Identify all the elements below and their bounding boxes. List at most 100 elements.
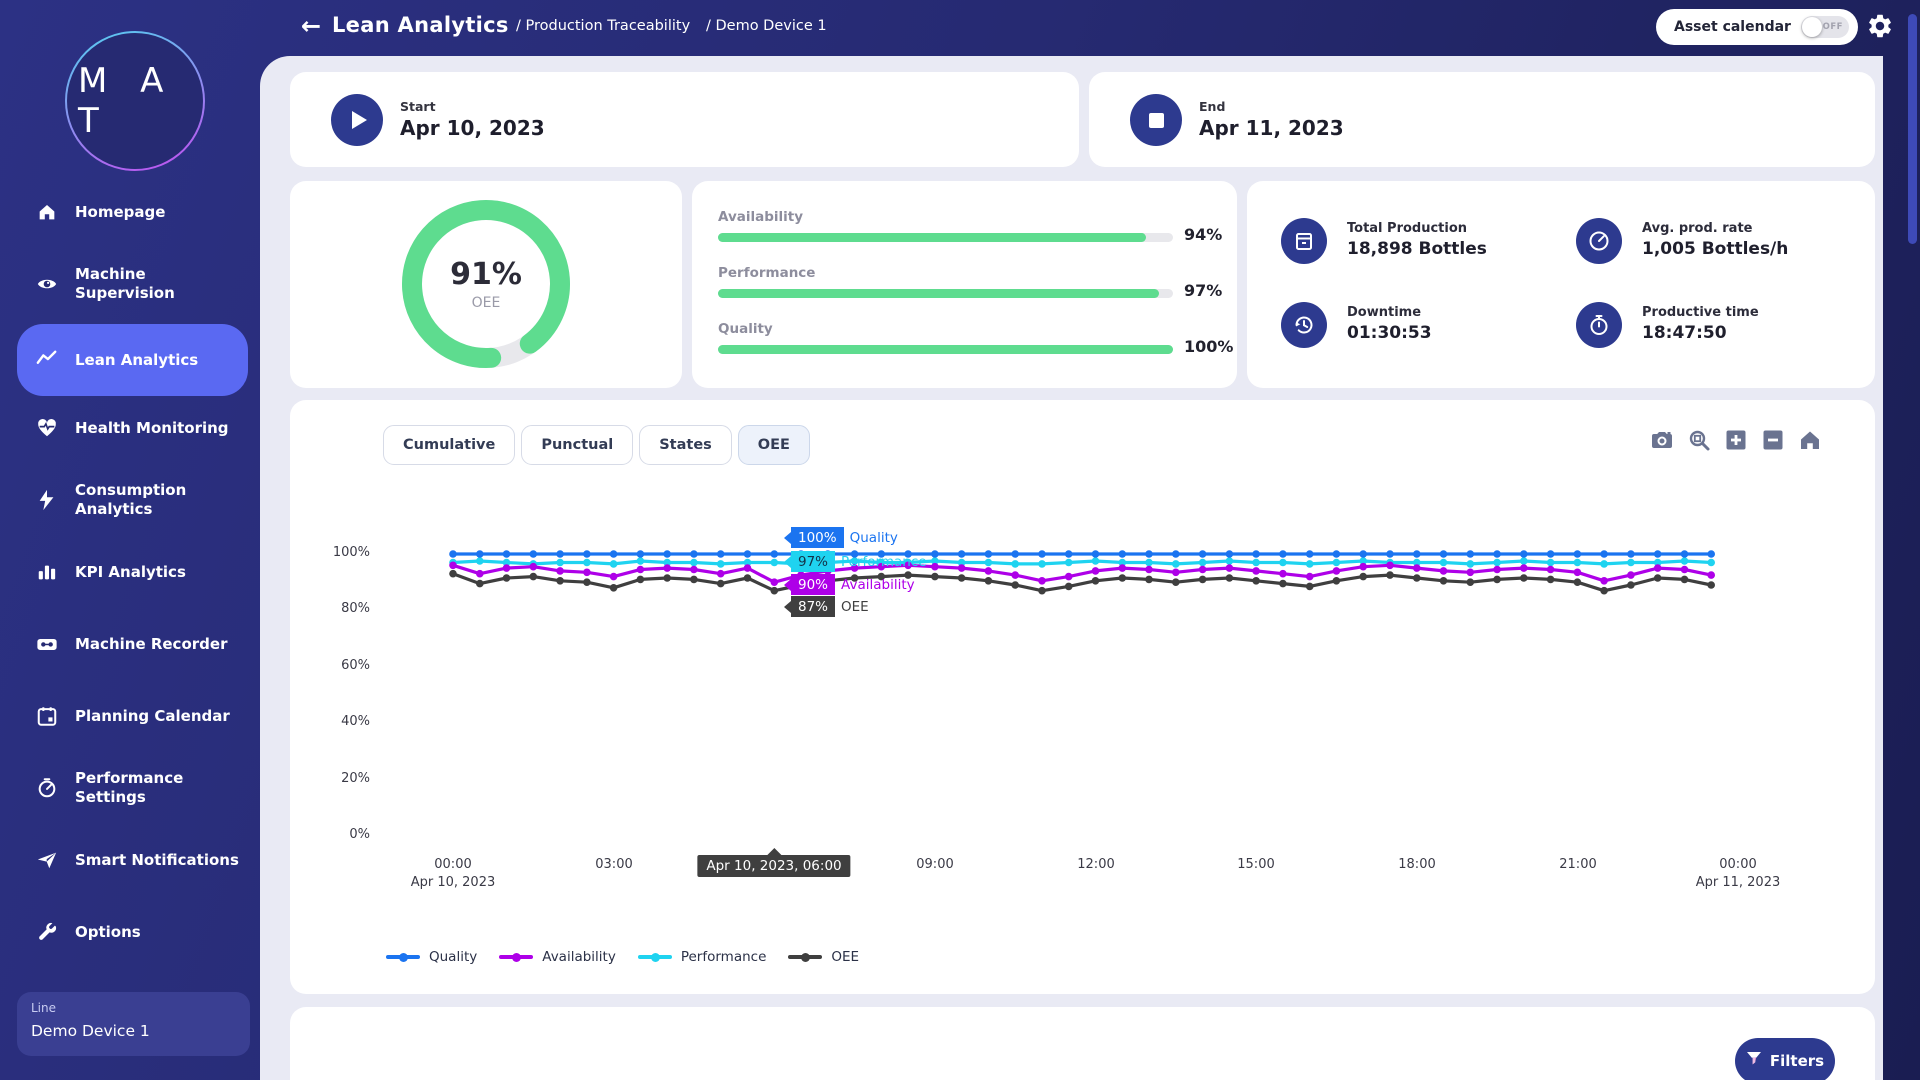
device-line-panel[interactable]: Line Demo Device 1 bbox=[17, 992, 250, 1056]
chart-legend: Quality Availability Performance OEE bbox=[386, 949, 859, 965]
sidebar-item-homepage[interactable]: Homepage bbox=[0, 176, 260, 248]
sidebar: M A T Homepage Machine Supervision Lean … bbox=[0, 0, 260, 1080]
sidebar-item-label: Consumption Analytics bbox=[75, 481, 240, 519]
bottom-card: Filters bbox=[290, 1007, 1875, 1080]
y-tick: 80% bbox=[300, 601, 370, 616]
y-tick: 100% bbox=[300, 545, 370, 560]
hover-label-quality: 100% Quality bbox=[784, 527, 898, 548]
sidebar-item-machine-supervision[interactable]: Machine Supervision bbox=[0, 248, 260, 320]
progress-fill bbox=[718, 289, 1159, 298]
metric-availability: Availability 94% bbox=[718, 209, 1211, 225]
metric-label: Quality bbox=[718, 321, 1211, 337]
progress-track bbox=[718, 345, 1173, 354]
sidebar-item-consumption-analytics[interactable]: Consumption Analytics bbox=[0, 464, 260, 536]
sidebar-item-kpi-analytics[interactable]: KPI Analytics bbox=[0, 536, 260, 608]
x-tick: 18:00 bbox=[1357, 856, 1477, 874]
stat-value: 01:30:53 bbox=[1347, 323, 1432, 343]
y-tick: 40% bbox=[300, 714, 370, 729]
oee-label: OEE bbox=[472, 295, 501, 311]
filters-label: Filters bbox=[1770, 1052, 1824, 1070]
sidebar-item-options[interactable]: Options bbox=[0, 896, 260, 968]
recorder-icon bbox=[36, 633, 58, 655]
page-scrollbar[interactable] bbox=[1908, 14, 1917, 244]
sidebar-item-performance-settings[interactable]: Performance Settings bbox=[0, 752, 260, 824]
legend-oee[interactable]: OEE bbox=[788, 949, 859, 965]
stats-card: Total Production 18,898 Bottles Avg. pro… bbox=[1247, 181, 1875, 388]
speedometer-icon bbox=[36, 777, 58, 799]
toggle-state-label: OFF bbox=[1823, 22, 1843, 32]
start-label: Start bbox=[400, 99, 436, 114]
logo-text: M A T bbox=[67, 61, 203, 141]
metric-quality: Quality 100% bbox=[718, 321, 1211, 337]
sidebar-item-label: Planning Calendar bbox=[75, 707, 240, 726]
sidebar-item-lean-analytics[interactable]: Lean Analytics bbox=[17, 324, 248, 396]
stat-label: Downtime bbox=[1347, 305, 1421, 320]
legend-quality[interactable]: Quality bbox=[386, 949, 477, 965]
wrench-icon bbox=[36, 921, 58, 943]
end-date: Apr 11, 2023 bbox=[1199, 116, 1344, 140]
history-icon bbox=[1281, 302, 1327, 348]
stat-label: Productive time bbox=[1642, 305, 1759, 320]
start-date: Apr 10, 2023 bbox=[400, 116, 545, 140]
metric-performance: Performance 97% bbox=[718, 265, 1211, 281]
stat-value: 1,005 Bottles/h bbox=[1642, 239, 1788, 259]
metric-value: 100% bbox=[1184, 337, 1233, 356]
sidebar-item-label: Machine Supervision bbox=[75, 265, 240, 303]
sidebar-item-planning-calendar[interactable]: Planning Calendar bbox=[0, 680, 260, 752]
x-tick: 15:00 bbox=[1196, 856, 1316, 874]
sidebar-item-label: Lean Analytics bbox=[75, 351, 240, 370]
end-date-card: End Apr 11, 2023 bbox=[1089, 72, 1875, 167]
gear-icon[interactable] bbox=[1866, 12, 1894, 40]
gauge-icon bbox=[1576, 218, 1622, 264]
tab-oee[interactable]: OEE bbox=[738, 425, 810, 465]
sidebar-item-label: KPI Analytics bbox=[75, 563, 240, 582]
asset-calendar-toggle-pill[interactable]: Asset calendar OFF bbox=[1656, 9, 1858, 45]
zoom-in-icon[interactable] bbox=[1724, 428, 1748, 452]
sidebar-item-label: Smart Notifications bbox=[75, 851, 240, 870]
page-title: Lean Analytics bbox=[332, 13, 509, 37]
zoom-out-icon[interactable] bbox=[1761, 428, 1785, 452]
y-tick: 0% bbox=[300, 827, 370, 842]
camera-icon[interactable] bbox=[1650, 428, 1674, 452]
end-label: End bbox=[1199, 99, 1225, 114]
y-tick: 60% bbox=[300, 658, 370, 673]
metric-label: Performance bbox=[718, 265, 1211, 281]
back-arrow-icon[interactable]: ← bbox=[296, 11, 326, 41]
sidebar-item-health-monitoring[interactable]: Health Monitoring bbox=[0, 392, 260, 464]
legend-availability[interactable]: Availability bbox=[499, 949, 616, 965]
hover-label-performance: 97% Performance bbox=[784, 551, 927, 572]
progress-track bbox=[718, 233, 1173, 242]
box-icon bbox=[1281, 218, 1327, 264]
filter-icon bbox=[1746, 1051, 1762, 1071]
line-chart-icon bbox=[36, 349, 58, 371]
chart-card: Cumulative Punctual States OEE 100% 8 bbox=[290, 400, 1875, 994]
asset-calendar-switch[interactable]: OFF bbox=[1801, 16, 1849, 38]
stat-value: 18,898 Bottles bbox=[1347, 239, 1487, 259]
tab-punctual[interactable]: Punctual bbox=[521, 425, 633, 465]
breadcrumb-production-traceability[interactable]: / Production Traceability bbox=[516, 18, 690, 34]
tab-states[interactable]: States bbox=[639, 425, 732, 465]
sidebar-item-label: Machine Recorder bbox=[75, 635, 240, 654]
toggle-knob bbox=[1802, 17, 1822, 37]
asset-calendar-label: Asset calendar bbox=[1674, 19, 1791, 35]
sidebar-item-machine-recorder[interactable]: Machine Recorder bbox=[0, 608, 260, 680]
play-icon bbox=[331, 94, 383, 146]
home-icon[interactable] bbox=[1798, 428, 1822, 452]
x-tick: 00:00Apr 10, 2023 bbox=[393, 856, 513, 892]
filters-button[interactable]: Filters bbox=[1735, 1038, 1835, 1080]
bolt-icon bbox=[36, 489, 58, 511]
y-tick: 20% bbox=[300, 771, 370, 786]
hover-label-availability: 90% Availability bbox=[784, 574, 915, 595]
eye-icon bbox=[36, 273, 58, 295]
line-plot[interactable] bbox=[453, 554, 1738, 836]
sidebar-item-smart-notifications[interactable]: Smart Notifications bbox=[0, 824, 260, 896]
metric-value: 94% bbox=[1184, 225, 1222, 244]
calendar-icon bbox=[36, 705, 58, 727]
hover-label-oee: 87% OEE bbox=[784, 596, 869, 617]
legend-performance[interactable]: Performance bbox=[638, 949, 767, 965]
send-icon bbox=[36, 849, 58, 871]
breadcrumb-demo-device[interactable]: / Demo Device 1 bbox=[706, 18, 827, 34]
zoom-icon[interactable] bbox=[1687, 428, 1711, 452]
home-icon bbox=[36, 201, 58, 223]
tab-cumulative[interactable]: Cumulative bbox=[383, 425, 515, 465]
